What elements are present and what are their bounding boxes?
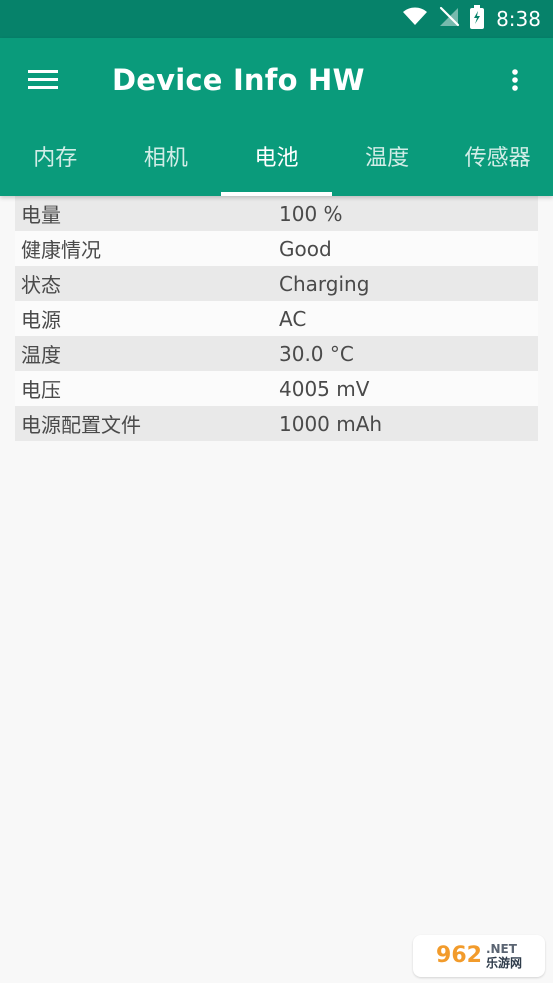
- tab-label: 相机: [143, 146, 188, 171]
- tab-memory[interactable]: 内存: [0, 124, 111, 196]
- row-value: 1000 mAh: [279, 411, 383, 436]
- row-label: 电压: [21, 378, 61, 402]
- row-label: 温度: [21, 343, 61, 367]
- row-value: 30.0 °C: [279, 341, 354, 366]
- status-bar: 8:38: [0, 0, 553, 38]
- battery-charging-icon: [470, 5, 485, 33]
- table-row: 状态 Charging: [15, 266, 538, 301]
- watermark-number: 962: [436, 943, 482, 968]
- row-value: Charging: [279, 271, 370, 296]
- tab-label: 电池: [254, 146, 299, 171]
- no-signal-icon: [438, 6, 460, 32]
- watermark-domain: .NET: [485, 942, 517, 956]
- row-label: 电源: [21, 308, 61, 332]
- tab-camera[interactable]: 相机: [111, 124, 222, 196]
- tab-bar: 内存 相机 电池 温度 传感器: [0, 124, 553, 196]
- row-label: 电源配置文件: [21, 413, 141, 437]
- toolbar: Device Info HW: [0, 38, 553, 124]
- tab-label: 温度: [365, 146, 410, 171]
- table-row: 电源 AC: [15, 301, 538, 336]
- watermark-brand: 乐游网: [485, 956, 522, 970]
- row-label: 状态: [21, 273, 61, 297]
- table-row: 电压 4005 mV: [15, 371, 538, 406]
- row-value: AC: [279, 306, 307, 331]
- status-time: 8:38: [496, 7, 541, 31]
- table-row: 健康情况 Good: [15, 231, 538, 266]
- row-value: 100 %: [279, 201, 343, 226]
- row-label: 电量: [21, 203, 61, 227]
- watermark-text: .NET 乐游网: [486, 943, 522, 969]
- tab-battery[interactable]: 电池: [221, 124, 332, 196]
- tab-sensors[interactable]: 传感器: [442, 124, 553, 196]
- wifi-icon: [402, 7, 428, 31]
- overflow-menu-button[interactable]: [495, 62, 535, 102]
- app-title: Device Info HW: [112, 63, 365, 97]
- more-vert-icon: [511, 68, 519, 96]
- tab-label: 传感器: [464, 146, 531, 171]
- row-value: Good: [279, 236, 332, 261]
- table-row: 温度 30.0 °C: [15, 336, 538, 371]
- row-value: 4005 mV: [279, 376, 370, 401]
- menu-button[interactable]: [22, 60, 64, 102]
- app-bar: Device Info HW 内存 相机 电池 温度 传感器: [0, 38, 553, 196]
- status-icons: 8:38: [402, 5, 541, 33]
- tab-temperature[interactable]: 温度: [332, 124, 443, 196]
- row-label: 健康情况: [21, 238, 101, 262]
- hamburger-menu-icon: [28, 69, 58, 93]
- watermark: 962 .NET 乐游网: [413, 935, 545, 977]
- battery-table: 电量 100 % 健康情况 Good 状态 Charging 电源 AC 温度 …: [15, 196, 538, 441]
- table-row: 电源配置文件 1000 mAh: [15, 406, 538, 441]
- tab-label: 内存: [33, 146, 78, 171]
- battery-content: 电量 100 % 健康情况 Good 状态 Charging 电源 AC 温度 …: [0, 196, 553, 441]
- table-row: 电量 100 %: [15, 196, 538, 231]
